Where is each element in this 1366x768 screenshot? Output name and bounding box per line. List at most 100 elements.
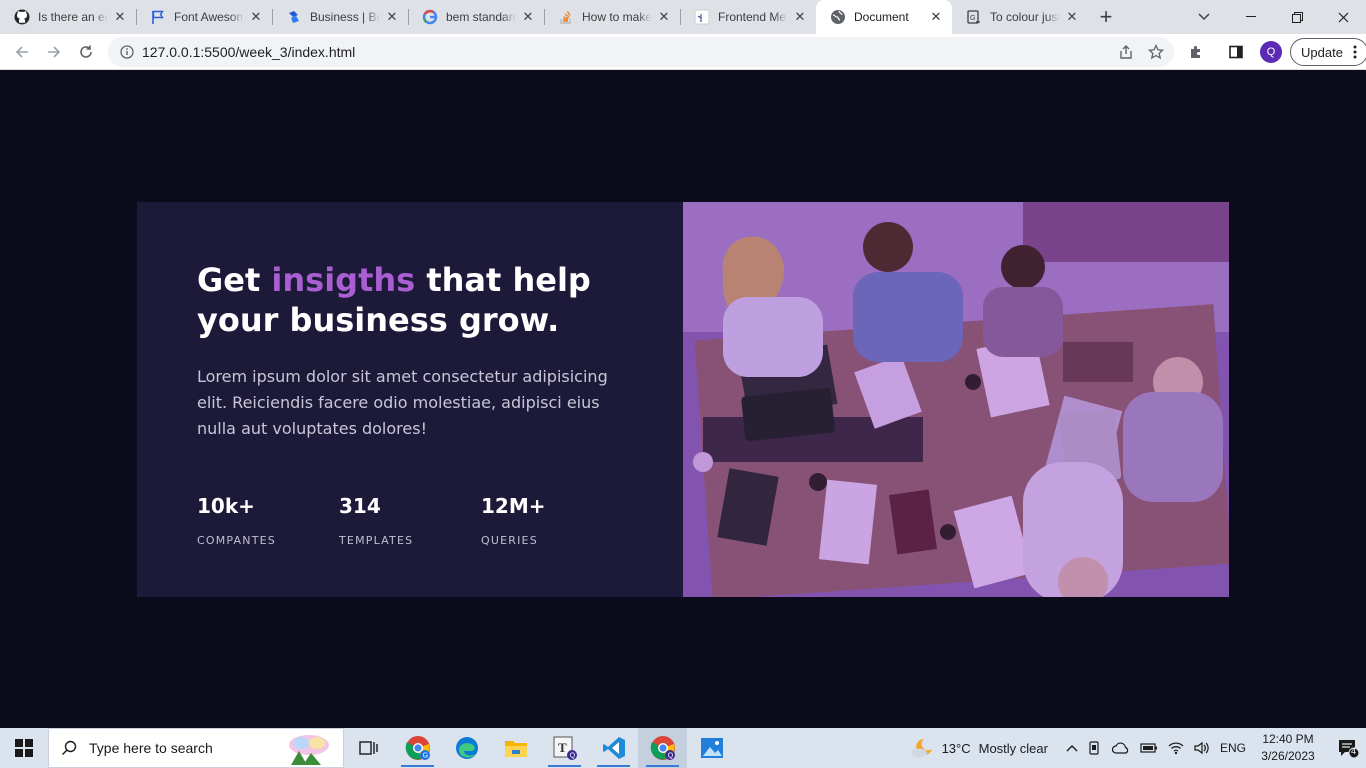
chrome-icon: Q (650, 736, 675, 760)
svg-text:Q: Q (667, 753, 673, 760)
close-icon[interactable]: ✕ (112, 9, 128, 25)
forward-button[interactable] (38, 36, 70, 68)
chevron-up-icon[interactable] (1066, 744, 1078, 752)
headline-accent: insigths (271, 261, 416, 299)
wifi-icon[interactable] (1168, 741, 1184, 755)
meet-now-icon[interactable] (1088, 741, 1102, 755)
stats-row: 10k+ COMPANTES 314 TEMPLATES 12M+ QUERIE… (197, 494, 623, 547)
close-icon[interactable]: ✕ (520, 9, 536, 25)
browser-tab-active[interactable]: Document ✕ (816, 0, 952, 34)
more-vert-icon (1353, 45, 1357, 59)
stat-item: 314 TEMPLATES (339, 494, 481, 547)
browser-tab[interactable]: Is there an eq ✕ (0, 0, 136, 34)
taskbar-vscode[interactable] (589, 728, 638, 768)
star-icon[interactable] (1148, 44, 1164, 60)
close-icon[interactable]: ✕ (248, 9, 264, 25)
taskbar-photos[interactable] (687, 728, 736, 768)
task-view-button[interactable] (344, 728, 393, 768)
side-panel-icon (1229, 45, 1243, 59)
svg-text:Q: Q (569, 753, 575, 760)
headline-pre: Get (197, 261, 261, 299)
battery-icon[interactable] (1140, 742, 1158, 754)
github-icon (14, 9, 30, 25)
restore-button[interactable] (1274, 0, 1320, 34)
page-viewport: Get insigths that help your business gro… (0, 71, 1366, 728)
stackoverflow-icon (558, 9, 574, 25)
flag-icon (150, 9, 166, 25)
start-button[interactable] (0, 728, 48, 768)
browser-tab[interactable]: G To colour just ✕ (952, 0, 1088, 34)
weather-desc: Mostly clear (978, 740, 1048, 756)
language-indicator[interactable]: ENG (1220, 741, 1246, 755)
tab-search-button[interactable] (1184, 0, 1224, 34)
stat-item: 12M+ QUERIES (481, 494, 623, 547)
hero-text-panel: Get insigths that help your business gro… (137, 202, 683, 597)
side-panel-button[interactable] (1220, 36, 1252, 68)
browser-tab-strip: Is there an eq ✕ Font Awesome ✕ Business… (0, 0, 1366, 34)
notification-count: 4 (1351, 746, 1357, 756)
close-window-button[interactable] (1320, 0, 1366, 34)
frontend-mentor-icon (694, 9, 710, 25)
taskbar-file-explorer[interactable] (491, 728, 540, 768)
browser-toolbar: 127.0.0.1:5500/week_3/index.html Q Updat… (0, 34, 1366, 70)
tab-title: Font Awesome (174, 10, 244, 24)
toolbar-right: Q Update (1180, 36, 1366, 68)
close-icon[interactable]: ✕ (928, 9, 944, 25)
task-view-icon (358, 741, 378, 755)
google-icon (422, 9, 438, 25)
taskbar-chrome-q[interactable]: Q (638, 728, 687, 768)
windows-logo-icon (15, 739, 33, 757)
search-placeholder: Type here to search (89, 740, 213, 756)
share-icon[interactable] (1118, 44, 1134, 60)
new-tab-button[interactable]: + (1088, 0, 1124, 34)
onedrive-cloud-icon[interactable] (1111, 742, 1130, 754)
browser-tab[interactable]: How to make ✕ (544, 0, 680, 34)
close-icon[interactable]: ✕ (384, 9, 400, 25)
tray-icons: ENG (1066, 741, 1246, 755)
chevron-down-icon (1198, 13, 1210, 21)
close-icon[interactable]: ✕ (1064, 9, 1080, 25)
tab-title: Business | Bo (310, 10, 380, 24)
reload-icon (80, 45, 92, 58)
globe-icon (830, 9, 846, 25)
stat-value: 314 (339, 494, 381, 518)
svg-text:G: G (422, 753, 427, 760)
chrome-icon: G (405, 736, 430, 760)
info-icon[interactable] (120, 45, 134, 59)
folder-icon (504, 741, 527, 757)
window-controls (1228, 0, 1366, 34)
browser-tab[interactable]: Business | Bo ✕ (272, 0, 408, 34)
tab-title: To colour just (990, 10, 1060, 24)
hero-card: Get insigths that help your business gro… (137, 202, 1229, 597)
page-icon: G (966, 9, 982, 25)
stat-item: 10k+ COMPANTES (197, 494, 339, 547)
taskbar-search-box[interactable]: Type here to search (48, 728, 344, 768)
arrow-right-icon (48, 45, 61, 58)
address-bar[interactable]: 127.0.0.1:5500/week_3/index.html (108, 37, 1174, 67)
profile-avatar[interactable]: Q (1260, 41, 1282, 63)
browser-tab[interactable]: bem standard ✕ (408, 0, 544, 34)
back-button[interactable] (6, 36, 38, 68)
taskbar-typora[interactable]: TQ (540, 728, 589, 768)
reload-button[interactable] (70, 36, 102, 68)
notification-center-button[interactable]: 4 (1330, 728, 1366, 768)
browser-tab[interactable]: Font Awesome ✕ (136, 0, 272, 34)
close-icon[interactable]: ✕ (656, 9, 672, 25)
extensions-button[interactable] (1180, 36, 1212, 68)
clock[interactable]: 12:40 PM 3/26/2023 (1258, 731, 1318, 765)
photo-purple-overlay (683, 202, 1229, 597)
browser-tab[interactable]: Frontend Me ✕ (680, 0, 816, 34)
stat-value: 12M+ (481, 494, 546, 518)
typora-icon: TQ (553, 736, 577, 760)
taskbar-chrome-g[interactable]: G (393, 728, 442, 768)
taskbar-apps: G TQ Q (344, 728, 736, 768)
update-button[interactable]: Update (1290, 38, 1366, 66)
taskbar-edge[interactable] (442, 728, 491, 768)
close-icon[interactable]: ✕ (792, 9, 808, 25)
minimize-button[interactable] (1228, 0, 1274, 34)
volume-icon[interactable] (1194, 741, 1210, 755)
clock-date: 3/26/2023 (1261, 749, 1315, 763)
search-highlight-illustration-icon (289, 735, 329, 765)
stat-value: 10k+ (197, 494, 255, 518)
weather-widget[interactable]: 13°C Mostly clear (910, 737, 1048, 759)
